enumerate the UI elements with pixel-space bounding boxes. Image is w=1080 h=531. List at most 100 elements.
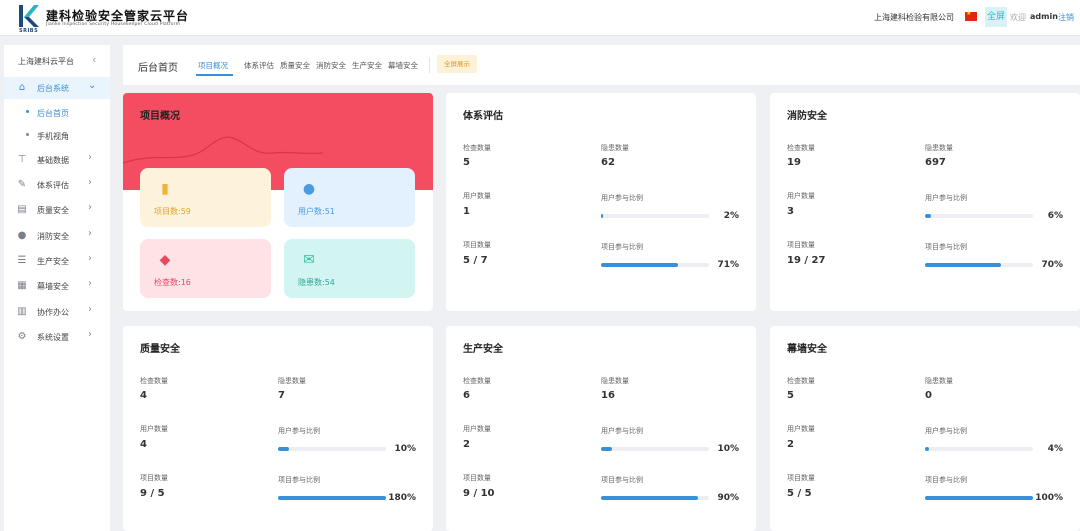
brand-abbr: SRIBS <box>19 28 39 34</box>
hazard-count-value: 16 <box>601 390 615 401</box>
sidebar-item-quality[interactable]: ▤ 质量安全 › <box>4 199 110 221</box>
sidebar-item-collab[interactable]: ▥ 协作办公 › <box>4 301 110 323</box>
layers-icon: ◆ <box>159 252 171 268</box>
tile-checks[interactable]: ◆ 检查数:16 <box>140 239 271 298</box>
progress-fill <box>925 214 932 218</box>
sidebar-item-label: 质量安全 <box>37 206 69 215</box>
users-icon: ● <box>302 181 316 197</box>
sidebar-item-curtain-wall[interactable]: ▦ 幕墙安全 › <box>4 275 110 297</box>
check-count-label: 检查数量 <box>787 377 815 385</box>
tab-fire[interactable]: 消防安全 <box>316 60 346 71</box>
card-title: 消防安全 <box>787 111 827 122</box>
sidebar-item-production[interactable]: ☰ 生产安全 › <box>4 250 110 272</box>
hazard-count-value: 62 <box>601 157 615 168</box>
sidebar-item-label: 体系评估 <box>37 181 69 190</box>
user-count-value: 4 <box>140 439 147 450</box>
top-header: SRIBS 建科检验安全管家云平台 Jianke Inspection Secu… <box>0 0 1080 36</box>
fullscreen-button[interactable]: 全屏 <box>985 7 1007 27</box>
stat-card: 质量安全 检查数量 4 隐患数量 7 用户数量 4 用户参与比例 10% 项目数量 9 / 5 项目参… <box>123 326 433 531</box>
chevron-right-icon: › <box>88 177 92 188</box>
sidebar-item-settings[interactable]: ⚙ 系统设置 › <box>4 326 110 348</box>
hazard-count-label: 隐患数量 <box>601 144 629 152</box>
sidebar-item-home[interactable]: 后台首页 <box>4 102 110 124</box>
check-count-value: 5 <box>463 157 470 168</box>
project-ratio-label: 项目参与比例 <box>925 243 967 251</box>
brand-subtitle: Jianke Inspection Security Housekeeper C… <box>46 22 181 27</box>
check-count-value: 19 <box>787 157 801 168</box>
tab-divider <box>429 57 430 73</box>
user-count-label: 用户数量 <box>787 192 815 200</box>
bullet-icon <box>26 110 29 113</box>
project-count-label: 项目数量 <box>463 241 491 249</box>
sidebar-item-label: 协作办公 <box>37 308 69 317</box>
tile-label: 项目数:59 <box>154 207 191 216</box>
user-count-value: 3 <box>787 206 794 217</box>
user-count-label: 用户数量 <box>787 425 815 433</box>
hazard-count-label: 隐患数量 <box>601 377 629 385</box>
tab-quality[interactable]: 质量安全 <box>280 60 310 71</box>
project-ratio-bar <box>925 263 1033 267</box>
tile-label: 检查数:16 <box>154 278 191 287</box>
sidebar-item-label: 幕墙安全 <box>37 282 69 291</box>
progress-fill <box>601 447 612 451</box>
china-flag-icon[interactable] <box>965 10 977 21</box>
progress-fill <box>925 496 1033 500</box>
page-title: 后台首页 <box>138 63 178 74</box>
show-all-button[interactable]: 全屏展示 <box>437 55 477 73</box>
hazard-count-label: 隐患数量 <box>278 377 306 385</box>
stat-card: 体系评估 检查数量 5 隐患数量 62 用户数量 1 用户参与比例 2% 项目数量 5 / 7 项目参… <box>446 93 756 311</box>
tab-production[interactable]: 生产安全 <box>352 60 382 71</box>
sidebar-item-mobile[interactable]: 手机视角 <box>4 125 110 147</box>
company-name: 上海建科检验有限公司 <box>874 13 954 22</box>
tab-overview[interactable]: 项目概况 <box>198 60 228 71</box>
tile-hazards[interactable]: ✉ 隐患数:54 <box>284 239 415 298</box>
collapse-icon[interactable]: ‹ <box>92 53 96 66</box>
sidebar-item-basic-data[interactable]: ⊤ 基础数据 › <box>4 149 110 171</box>
check-count-label: 检查数量 <box>140 377 168 385</box>
username[interactable]: admin <box>1030 12 1058 21</box>
sidebar-title: 上海建科云平台 <box>18 57 74 66</box>
check-count-label: 检查数量 <box>463 377 491 385</box>
user-count-value: 1 <box>463 206 470 217</box>
check-count-value: 4 <box>140 390 147 401</box>
sidebar: 上海建科云平台 ‹ ⌂ 后台系统 ⌄ 后台首页 手机视角 ⊤ 基础数据 › ✎ … <box>4 45 110 531</box>
active-tab-indicator <box>196 74 233 76</box>
progress-fill <box>278 496 386 500</box>
sidebar-item-backend[interactable]: ⌂ 后台系统 ⌄ <box>4 77 110 99</box>
card-title: 幕墙安全 <box>787 344 827 355</box>
user-ratio-bar <box>925 214 1033 218</box>
check-count-value: 6 <box>463 390 470 401</box>
user-count-label: 用户数量 <box>463 192 491 200</box>
sidebar-item-system-eval[interactable]: ✎ 体系评估 › <box>4 174 110 196</box>
stat-card: 幕墙安全 检查数量 5 隐患数量 0 用户数量 2 用户参与比例 4% 项目数量 5 / 5 项目参与… <box>770 326 1080 531</box>
tile-projects[interactable]: ▮ 项目数:59 <box>140 168 271 227</box>
chevron-right-icon: › <box>88 202 92 213</box>
user-ratio-label: 用户参与比例 <box>601 427 643 435</box>
overview-title: 项目概况 <box>140 111 180 122</box>
logout-link[interactable]: 注销 <box>1058 12 1074 23</box>
project-count-label: 项目数量 <box>787 241 815 249</box>
progress-fill <box>925 447 930 451</box>
gear-icon: ⚙ <box>17 331 27 342</box>
project-count-value: 5 / 7 <box>463 255 488 266</box>
hazard-count-label: 隐患数量 <box>925 144 953 152</box>
project-ratio-bar <box>601 263 709 267</box>
user-ratio-label: 用户参与比例 <box>925 194 967 202</box>
tile-users[interactable]: ● 用户数:51 <box>284 168 415 227</box>
hazard-count-value: 7 <box>278 390 285 401</box>
tab-system-eval[interactable]: 体系评估 <box>244 60 274 71</box>
brand-logo <box>19 5 39 27</box>
tile-label: 隐患数:54 <box>298 278 335 287</box>
tab-curtain-wall[interactable]: 幕墙安全 <box>388 60 418 71</box>
sidebar-item-label: 手机视角 <box>37 132 69 141</box>
hazard-count-value: 697 <box>925 157 946 168</box>
project-count-value: 5 / 5 <box>787 488 812 499</box>
mail-icon: ✉ <box>303 252 315 268</box>
user-count-value: 2 <box>463 439 470 450</box>
user-ratio-bar <box>601 214 709 218</box>
sidebar-item-fire[interactable]: ● 消防安全 › <box>4 225 110 247</box>
check-count-label: 检查数量 <box>787 144 815 152</box>
user-ratio-bar <box>601 447 709 451</box>
tab-bar: 后台首页 项目概况 体系评估 质量安全 消防安全 生产安全 幕墙安全 全屏展示 <box>123 45 1080 85</box>
wall-icon: ▦ <box>17 280 27 291</box>
